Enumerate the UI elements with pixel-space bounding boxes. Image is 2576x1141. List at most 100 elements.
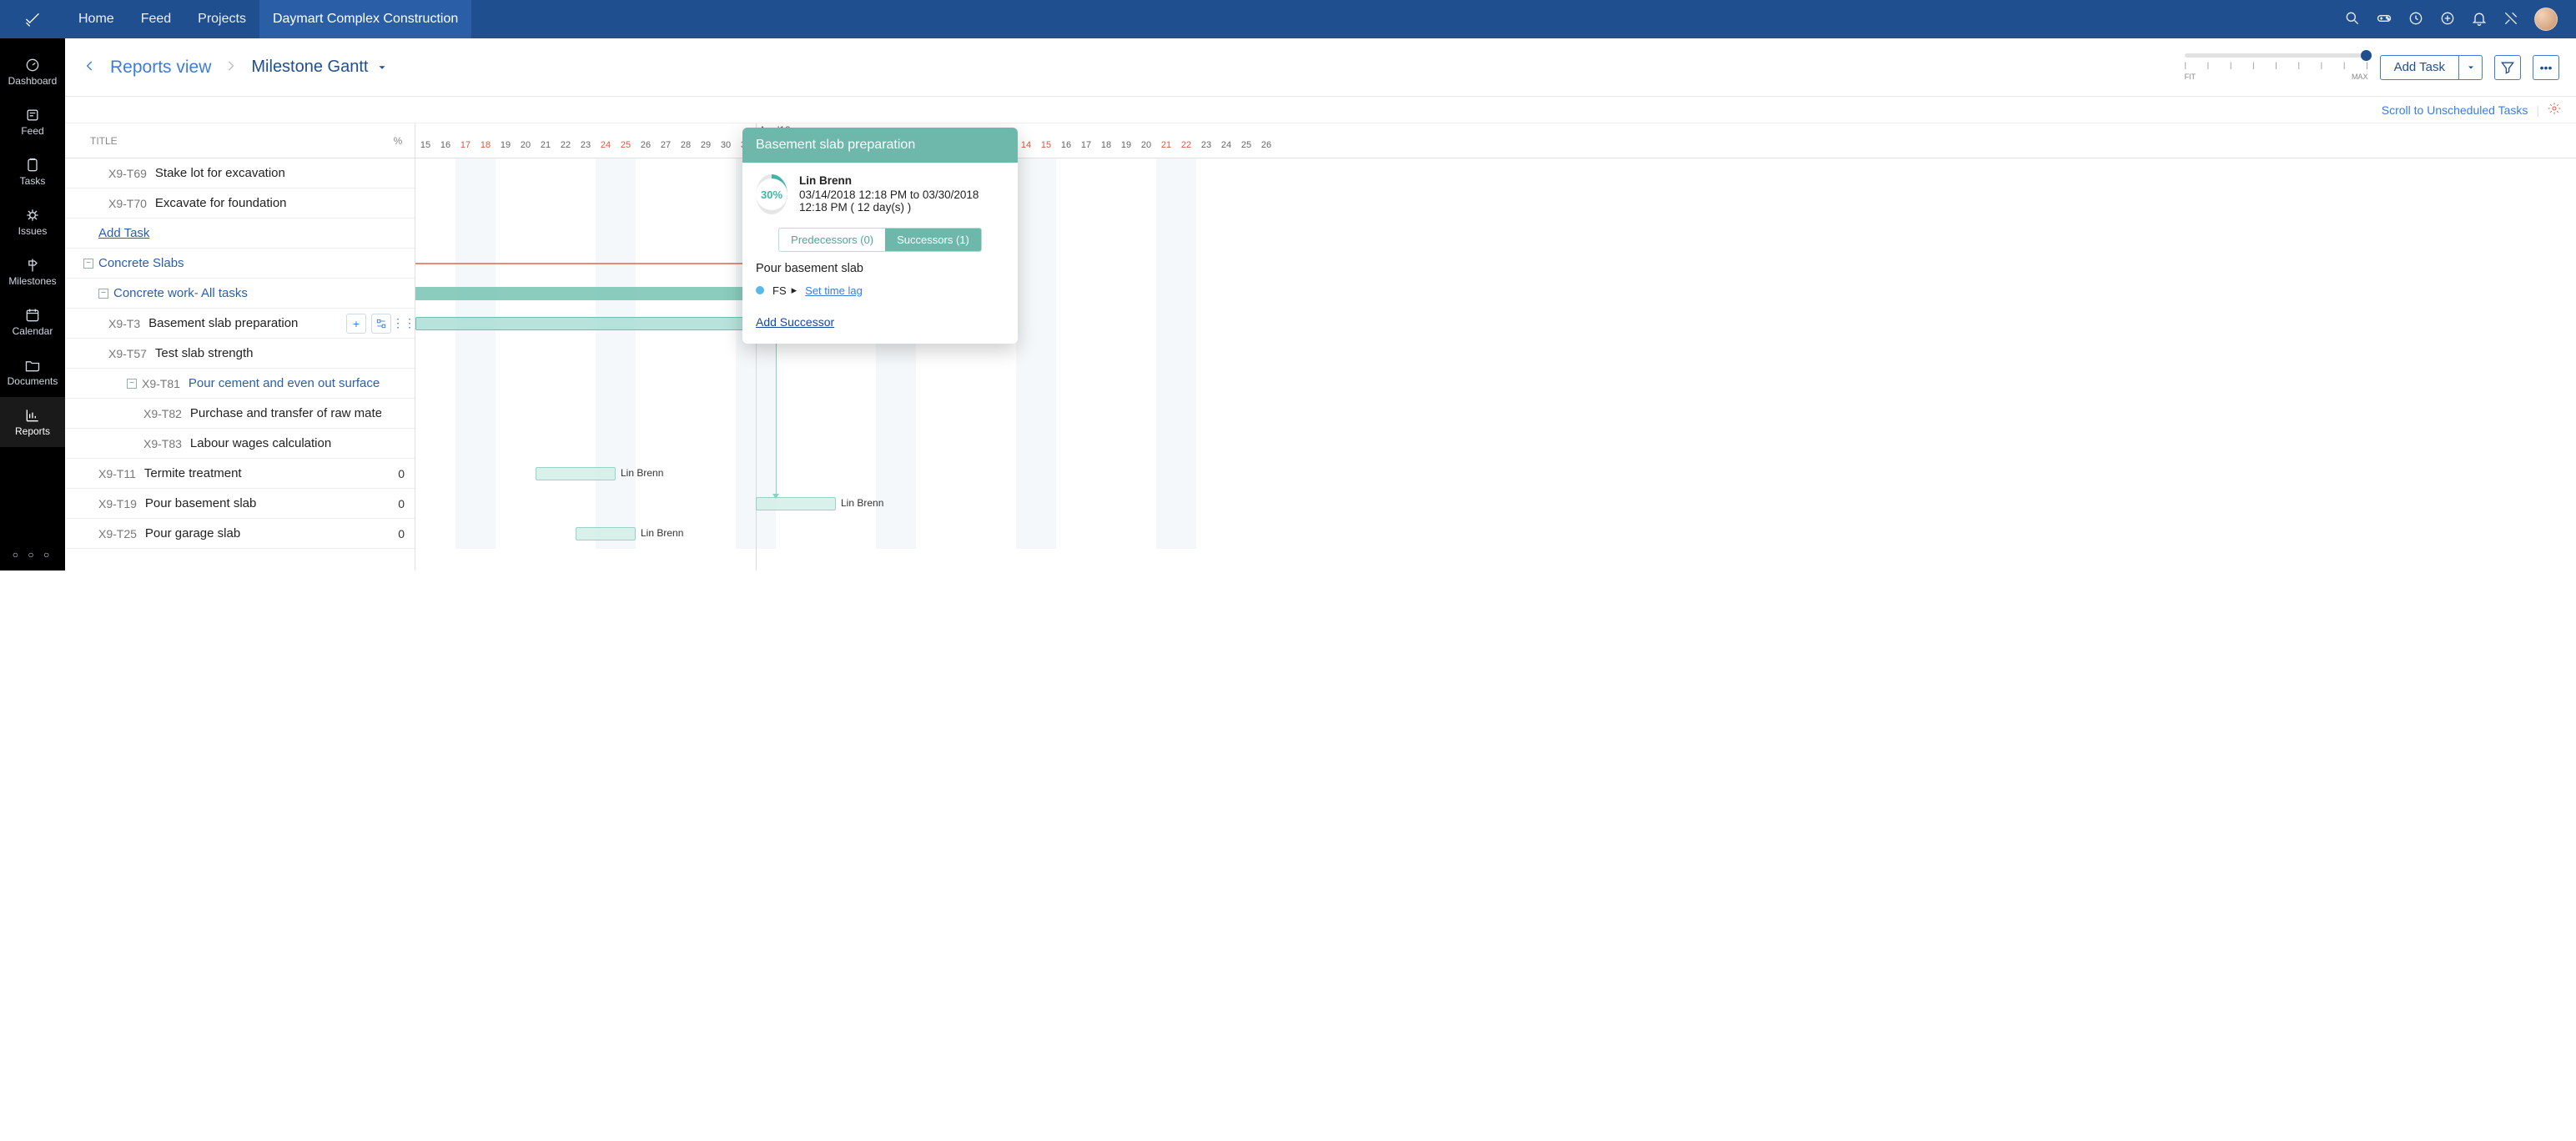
task-row[interactable]: X9-T82Purchase and transfer of raw mater… (65, 399, 415, 429)
task-row[interactable]: Add Task (65, 219, 415, 249)
plus-circle-icon[interactable] (2439, 10, 2456, 29)
sidebar-item-feed[interactable]: Feed (0, 97, 65, 147)
bug-icon (24, 207, 41, 224)
gantt-bar[interactable] (536, 467, 616, 480)
check-logo-icon (24, 11, 41, 28)
topnav-daymart-complex-construction[interactable]: Daymart Complex Construction (259, 0, 471, 38)
signpost-icon (24, 257, 41, 274)
task-settings-icon[interactable] (371, 314, 391, 334)
task-row[interactable]: X9-T25Pour garage slab0 (65, 519, 415, 549)
task-group-row[interactable]: −Concrete work- All tasks (65, 279, 415, 309)
task-row[interactable]: X9-T3Basement slab preparation+⋮⋮ (65, 309, 415, 339)
day-cell: 19 (1116, 138, 1136, 158)
bell-icon[interactable] (2471, 10, 2488, 29)
tab-predecessors[interactable]: Predecessors (0) (779, 229, 885, 251)
topnav-projects[interactable]: Projects (184, 0, 259, 38)
day-cell: 24 (1216, 138, 1236, 158)
day-cell: 26 (636, 138, 656, 158)
relation-type[interactable]: FS▸ (772, 284, 797, 297)
caret-down-icon (376, 62, 388, 73)
more-button[interactable]: ••• (2533, 55, 2559, 80)
collapse-toggle-icon[interactable]: − (98, 289, 108, 299)
day-cell: 24 (596, 138, 616, 158)
day-cell: 23 (576, 138, 596, 158)
col-percent: % (381, 135, 415, 147)
day-cell: 14 (1016, 138, 1036, 158)
topnav-home[interactable]: Home (65, 0, 128, 38)
day-cell: 20 (1136, 138, 1156, 158)
day-cell: 16 (1056, 138, 1076, 158)
drag-handle-icon[interactable]: ⋮⋮ (396, 314, 411, 334)
task-percent: 0 (381, 467, 415, 480)
zoom-slider[interactable]: ||||||||| FITMAX (2185, 53, 2368, 81)
breadcrumb-reports[interactable]: Reports view (110, 58, 211, 78)
gantt-bar-label: Lin Brenn (621, 467, 663, 479)
day-cell: 22 (1176, 138, 1196, 158)
sidebar: DashboardFeedTasksIssuesMilestonesCalend… (0, 38, 65, 570)
collapse-toggle-icon[interactable]: − (127, 379, 137, 389)
add-task-inline-link[interactable]: Add Task (98, 226, 149, 240)
sidebar-item-milestones[interactable]: Milestones (0, 247, 65, 297)
col-title: TITLE (65, 135, 381, 147)
day-cell: 21 (536, 138, 556, 158)
day-cell: 26 (1256, 138, 1276, 158)
avatar[interactable] (2534, 8, 2558, 31)
gantt-bar-label: Lin Brenn (841, 497, 883, 509)
scroll-unscheduled-link[interactable]: Scroll to Unscheduled Tasks (2382, 103, 2528, 117)
task-list-panel: TITLE % X9-T69Stake lot for excavationX9… (65, 123, 415, 570)
chevron-right-icon (223, 58, 239, 77)
tooltip-daterange: 03/14/2018 12:18 PM to 03/30/2018 12:18 … (799, 188, 1004, 214)
gantt-bar[interactable] (576, 527, 636, 540)
sidebar-item-issues[interactable]: Issues (0, 197, 65, 247)
sidebar-item-tasks[interactable]: Tasks (0, 147, 65, 197)
successor-item[interactable]: Pour basement slab (756, 262, 1004, 275)
gantt-body[interactable]: Lin BrennLin BrennLin BrennLin BrennLin … (415, 158, 2576, 549)
tools-icon[interactable] (2503, 10, 2519, 29)
gantt-bar[interactable] (415, 317, 776, 330)
add-task-dropdown[interactable] (2458, 56, 2482, 79)
dependency-tabs: Predecessors (0) Successors (1) (778, 228, 982, 252)
set-time-lag-link[interactable]: Set time lag (805, 284, 863, 297)
sidebar-item-documents[interactable]: Documents (0, 347, 65, 397)
add-successor-link[interactable]: Add Successor (756, 315, 1004, 329)
task-row[interactable]: X9-T57Test slab strength (65, 339, 415, 369)
slider-min: FIT (2185, 73, 2196, 81)
caret-right-icon: ▸ (792, 284, 797, 297)
collapse-toggle-icon[interactable]: − (83, 259, 93, 269)
gantt-summary-bar[interactable] (415, 287, 756, 300)
task-row[interactable]: X9-T19Pour basement slab0 (65, 489, 415, 519)
top-nav: HomeFeedProjectsDaymart Complex Construc… (0, 0, 2576, 38)
sidebar-item-calendar[interactable]: Calendar (0, 297, 65, 347)
back-icon[interactable] (82, 58, 98, 77)
slider-max: MAX (2352, 73, 2368, 81)
search-icon[interactable] (2344, 10, 2361, 29)
gear-icon[interactable] (2548, 102, 2561, 118)
day-cell: 16 (435, 138, 455, 158)
filter-button[interactable] (2494, 55, 2521, 80)
clock-icon[interactable] (2407, 10, 2424, 29)
add-subtask-icon[interactable]: + (346, 314, 366, 334)
gantt-bar[interactable] (756, 497, 836, 510)
gamepad-icon[interactable] (2376, 10, 2392, 29)
topnav-feed[interactable]: Feed (128, 0, 184, 38)
task-row[interactable]: X9-T83Labour wages calculation (65, 429, 415, 459)
relation-dot-icon (756, 286, 764, 294)
task-group-row[interactable]: −X9-T81Pour cement and even out surface (65, 369, 415, 399)
tab-successors[interactable]: Successors (1) (885, 229, 981, 251)
day-cell: 23 (1196, 138, 1216, 158)
add-task-button[interactable]: Add Task (2380, 55, 2483, 80)
task-row[interactable]: X9-T11Termite treatment0 (65, 459, 415, 489)
day-cell: 17 (455, 138, 475, 158)
sidebar-item-reports[interactable]: Reports (0, 397, 65, 447)
task-group-row[interactable]: −Concrete Slabs (65, 249, 415, 279)
tooltip-assignee: Lin Brenn (799, 174, 1004, 187)
toolbar: Reports view Milestone Gantt ||||||||| F… (65, 38, 2576, 97)
day-cell: 25 (616, 138, 636, 158)
view-picker[interactable]: Milestone Gantt (251, 58, 388, 77)
sidebar-item-dashboard[interactable]: Dashboard (0, 47, 65, 97)
task-row[interactable]: X9-T69Stake lot for excavation (65, 158, 415, 188)
sidebar-more[interactable]: ○ ○ ○ (0, 539, 65, 570)
task-row[interactable]: X9-T70Excavate for foundation (65, 188, 415, 219)
app-logo[interactable] (0, 11, 65, 28)
day-cell: 29 (696, 138, 716, 158)
